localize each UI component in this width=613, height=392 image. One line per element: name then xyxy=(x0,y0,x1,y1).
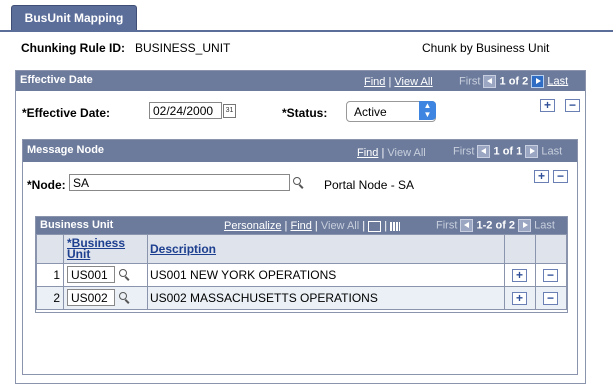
message-node-pager: First 1 of 1 Last xyxy=(453,145,562,158)
message-node-last-label: Last xyxy=(541,145,563,158)
grid-last-label: Last xyxy=(534,219,555,232)
message-node-box: Message Node Find | View All First 1 of … xyxy=(22,139,578,375)
description-column-header[interactable]: Description xyxy=(147,234,505,264)
tab-underline xyxy=(0,30,613,32)
add-row-icon[interactable]: + xyxy=(512,269,527,282)
business-unit-grid-header: Business Unit Personalize | Find | View … xyxy=(36,217,567,234)
message-node-find-link[interactable]: Find xyxy=(357,147,378,159)
next-arrow-icon xyxy=(518,219,532,232)
calendar-icon[interactable]: 31 xyxy=(223,104,236,118)
node-input[interactable] xyxy=(69,174,290,191)
effective-date-find-link[interactable]: Find xyxy=(364,76,385,88)
node-description: Portal Node - SA xyxy=(324,178,415,192)
grid-find-link[interactable]: Find xyxy=(290,220,311,232)
business-unit-input[interactable] xyxy=(67,289,115,306)
effective-date-viewall-link[interactable]: View All xyxy=(394,76,432,88)
grid-viewall-label: View All xyxy=(320,220,360,232)
business-unit-input[interactable] xyxy=(67,266,115,283)
status-label: *Status: xyxy=(282,106,328,120)
chunking-rule-label: Chunking Rule ID: xyxy=(21,41,125,55)
previous-arrow-icon xyxy=(477,145,491,158)
business-unit-grid-pager: First 1-2 of 2 Last xyxy=(436,219,555,232)
table-row: 1 US001 NEW YORK OPERATIONS + − xyxy=(36,263,567,287)
add-row-icon[interactable]: + xyxy=(540,99,555,112)
business-unit-grid-title: Business Unit xyxy=(40,219,114,231)
delete-row-icon[interactable]: − xyxy=(543,292,558,305)
effective-date-box: Effective Date Find | View All First 1 o… xyxy=(15,70,586,384)
effective-date-pager: First 1 of 2 Last xyxy=(459,75,568,88)
lookup-icon[interactable] xyxy=(119,269,129,279)
delete-node-icon[interactable]: − xyxy=(553,170,568,183)
grid-first-label: First xyxy=(436,219,458,232)
effective-date-first-label: First xyxy=(459,75,481,88)
message-node-header: Message Node Find | View All First 1 of … xyxy=(23,140,577,162)
message-node-first-label: First xyxy=(453,145,475,158)
table-header-row: *Business Unit Description xyxy=(36,234,567,264)
add-cell: + xyxy=(504,286,536,310)
next-arrow-icon xyxy=(525,145,539,158)
effective-date-input[interactable] xyxy=(149,102,222,119)
effective-date-nav: Find | View All xyxy=(364,76,433,88)
node-label: *Node: xyxy=(27,178,66,192)
message-node-title: Message Node xyxy=(27,144,105,156)
business-unit-cell xyxy=(63,263,148,287)
personalize-link[interactable]: Personalize xyxy=(224,220,281,232)
chunking-rule-value: BUSINESS_UNIT xyxy=(135,41,231,55)
business-unit-column-header[interactable]: *Business Unit xyxy=(63,234,148,264)
previous-arrow-icon xyxy=(483,75,497,88)
effective-date-last-link[interactable]: Last xyxy=(547,75,568,87)
description-cell: US002 MASSACHUSETTS OPERATIONS xyxy=(147,286,505,310)
download-excel-icon[interactable] xyxy=(390,221,401,231)
delete-cell: − xyxy=(535,286,567,310)
business-unit-header-line2: Unit xyxy=(67,247,91,261)
description-cell: US001 NEW YORK OPERATIONS xyxy=(147,263,505,287)
row-number: 1 xyxy=(36,263,64,287)
add-row-icon[interactable]: + xyxy=(512,292,527,305)
delete-cell: − xyxy=(535,263,567,287)
row-number: 2 xyxy=(36,286,64,310)
add-column-header xyxy=(504,234,536,264)
message-node-count: 1 of 1 xyxy=(493,145,523,158)
chunking-rule-description: Chunk by Business Unit xyxy=(422,41,550,55)
delete-row-icon[interactable]: − xyxy=(565,99,580,112)
tab-busunit-mapping[interactable]: BusUnit Mapping xyxy=(11,5,137,31)
table-row: 2 US002 MASSACHUSETTS OPERATIONS + − xyxy=(36,286,567,310)
row-number-header xyxy=(36,234,64,264)
previous-arrow-icon xyxy=(460,219,474,232)
lookup-icon[interactable] xyxy=(293,177,303,187)
effective-date-header: Effective Date Find | View All First 1 o… xyxy=(16,71,585,91)
message-node-viewall-label: View All xyxy=(387,147,426,159)
effective-date-label: *Effective Date: xyxy=(22,106,111,120)
message-node-nav: Find | View All xyxy=(357,147,426,159)
lookup-icon[interactable] xyxy=(119,292,129,302)
zoom-grid-icon[interactable] xyxy=(368,220,382,232)
business-unit-table: *Business Unit Description 1 US001 NEW Y… xyxy=(36,234,567,310)
status-select[interactable]: Active ▲ ▼ xyxy=(346,101,436,122)
select-arrows-icon: ▲ ▼ xyxy=(419,101,436,120)
delete-column-header xyxy=(535,234,567,264)
delete-row-icon[interactable]: − xyxy=(543,269,558,282)
business-unit-grid: Business Unit Personalize | Find | View … xyxy=(35,216,568,313)
effective-date-count: 1 of 2 xyxy=(499,75,529,88)
status-select-value: Active xyxy=(354,105,387,119)
grid-count: 1-2 of 2 xyxy=(476,219,516,232)
effective-date-title: Effective Date xyxy=(20,74,93,86)
add-cell: + xyxy=(504,263,536,287)
business-unit-cell xyxy=(63,286,148,310)
business-unit-grid-nav: Personalize | Find | View All | | xyxy=(224,220,401,232)
next-arrow-icon[interactable] xyxy=(531,75,545,88)
add-node-icon[interactable]: + xyxy=(534,170,549,183)
